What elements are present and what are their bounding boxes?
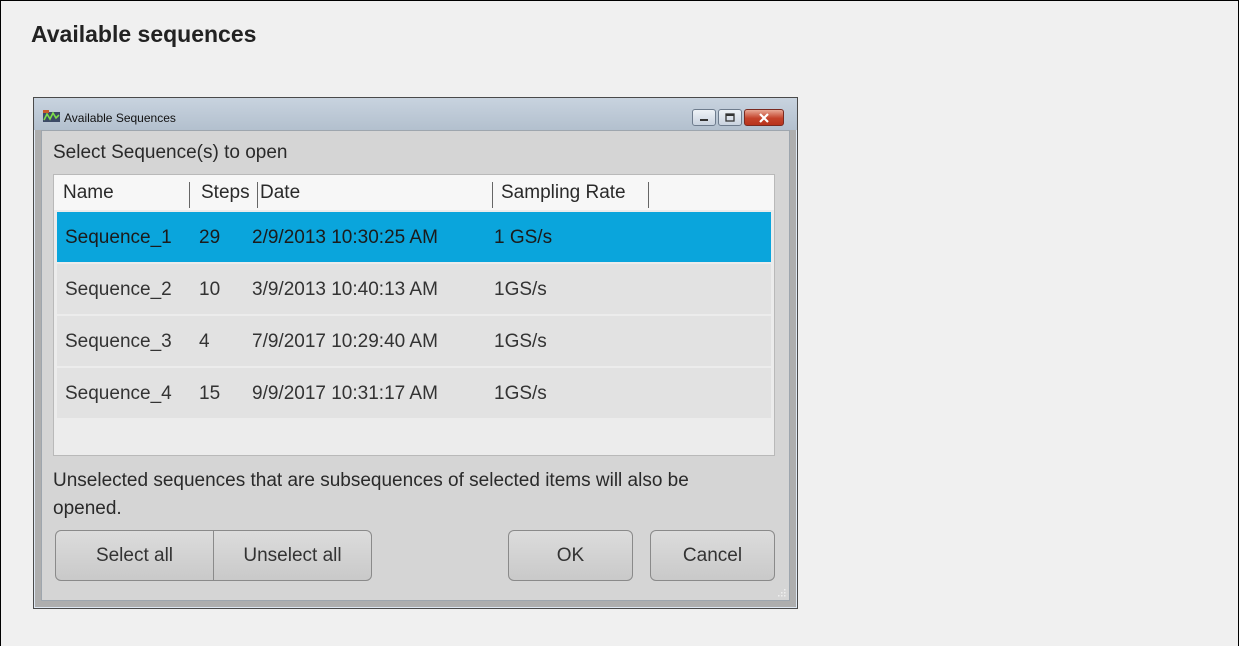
cancel-button[interactable]: Cancel [650, 530, 775, 581]
cell-steps: 15 [199, 383, 221, 404]
column-header-sampling-rate[interactable]: Sampling Rate [501, 182, 649, 208]
select-prompt: Select Sequence(s) to open [53, 142, 288, 163]
figure-panel: Available sequences Available Sequences [0, 0, 1239, 646]
cell-name: Sequence_1 [65, 227, 172, 248]
available-sequences-window: Available Sequences Select Sequence(s) t… [33, 97, 798, 609]
caption-buttons [692, 109, 784, 127]
unselect-all-button[interactable]: Unselect all [213, 530, 372, 581]
cell-rate: 1GS/s [494, 383, 547, 404]
column-header-date[interactable]: Date [260, 182, 493, 208]
dialog-body: Select Sequence(s) to open Name Steps Da… [41, 130, 790, 601]
list-row[interactable]: Sequence_1 29 2/9/2013 10:30:25 AM 1 GS/… [57, 212, 771, 262]
maximize-button[interactable] [718, 109, 742, 126]
cell-name: Sequence_3 [65, 331, 172, 352]
cell-date: 9/9/2017 10:31:17 AM [252, 383, 438, 404]
list-row[interactable]: Sequence_3 4 7/9/2017 10:29:40 AM 1GS/s [57, 316, 771, 366]
column-header-name[interactable]: Name [63, 182, 190, 208]
column-header-steps[interactable]: Steps [191, 182, 258, 208]
cell-date: 7/9/2017 10:29:40 AM [252, 331, 438, 352]
cell-date: 3/9/2013 10:40:13 AM [252, 279, 438, 300]
minimize-icon [700, 118, 708, 121]
cell-name: Sequence_4 [65, 383, 172, 404]
panel-heading: Available sequences [31, 21, 257, 47]
window-title: Available Sequences [64, 111, 176, 125]
select-all-button[interactable]: Select all [55, 530, 214, 581]
cell-rate: 1GS/s [494, 331, 547, 352]
list-rows: Sequence_1 29 2/9/2013 10:30:25 AM 1 GS/… [57, 212, 771, 420]
app-icon [43, 110, 60, 122]
minimize-button[interactable] [692, 109, 716, 126]
title-bar[interactable]: Available Sequences [34, 98, 797, 130]
cell-steps: 29 [199, 227, 221, 248]
close-icon [759, 112, 769, 123]
cell-name: Sequence_2 [65, 279, 172, 300]
cell-steps: 10 [199, 279, 221, 300]
cell-steps: 4 [199, 331, 210, 352]
list-row[interactable]: Sequence_4 15 9/9/2017 10:31:17 AM 1GS/s [57, 368, 771, 418]
close-button[interactable] [744, 109, 784, 126]
list-header: Name Steps Date Sampling Rate [54, 175, 774, 210]
maximize-icon [725, 113, 735, 122]
resize-grip-icon[interactable] [776, 587, 786, 597]
subsequence-note: Unselected sequences that are subsequenc… [53, 470, 689, 519]
list-row[interactable]: Sequence_2 10 3/9/2013 10:40:13 AM 1GS/s [57, 264, 771, 314]
cell-rate: 1 GS/s [494, 227, 553, 248]
ok-button[interactable]: OK [508, 530, 633, 581]
cell-date: 2/9/2013 10:30:25 AM [252, 227, 438, 248]
cell-rate: 1GS/s [494, 279, 547, 300]
sequence-list: Name Steps Date Sampling Rate Sequence_1… [53, 174, 775, 456]
